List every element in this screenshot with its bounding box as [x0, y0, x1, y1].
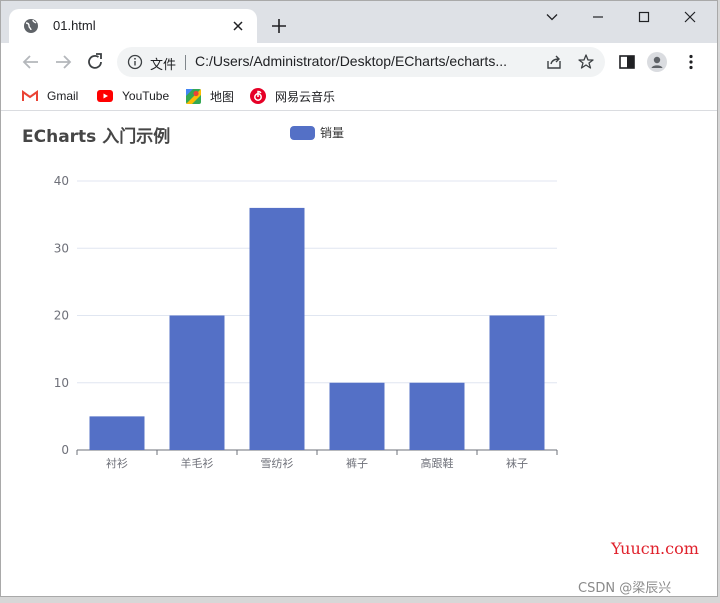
reload-icon[interactable] — [84, 51, 106, 73]
more-menu-icon[interactable] — [681, 52, 701, 72]
omnibox-divider — [185, 55, 186, 70]
x-tick-label: 雪纺衫 — [261, 456, 294, 470]
minimize-icon — [593, 16, 603, 18]
y-tick-label: 10 — [54, 376, 69, 390]
bookmark-netease-music[interactable]: 网易云音乐 — [250, 86, 335, 106]
tab-title: 01.html — [53, 18, 96, 33]
close-window-button[interactable] — [667, 5, 713, 29]
maps-icon — [186, 88, 201, 104]
url-text[interactable]: C:/Users/Administrator/Desktop/ECharts/e… — [195, 53, 533, 69]
bar-3 — [249, 207, 305, 450]
maximize-icon — [638, 11, 650, 23]
minimize-button[interactable] — [575, 5, 621, 29]
close-tab-icon[interactable] — [229, 17, 247, 35]
tab-search-button[interactable] — [529, 5, 575, 29]
info-icon[interactable] — [127, 54, 143, 70]
netease-music-icon — [250, 88, 266, 104]
active-tab[interactable]: 01.html — [9, 9, 257, 43]
legend-swatch — [290, 125, 315, 140]
back-icon[interactable] — [20, 51, 42, 73]
bar-chart: 0 10 20 30 40 衬衫 羊毛衫 雪纺衫 裤子 高跟鞋 袜子 — [54, 174, 558, 470]
close-icon — [684, 11, 696, 23]
new-tab-icon[interactable] — [269, 16, 289, 36]
watermark-author: CSDN @梁辰兴 — [578, 581, 672, 596]
x-tick-label: 高跟鞋 — [421, 456, 454, 470]
forward-icon[interactable] — [52, 51, 74, 73]
bookmarks-bar: Gmail YouTube 地图 网易云音乐 — [1, 81, 717, 111]
share-icon[interactable] — [545, 53, 563, 71]
watermark-site: Yuucn.com — [611, 539, 699, 558]
bar-1 — [89, 416, 145, 450]
legend-label: 销量 — [320, 126, 345, 140]
x-tick-label: 裤子 — [346, 456, 368, 470]
globe-icon — [24, 19, 38, 33]
file-scheme-label: 文件 — [150, 58, 177, 73]
chart-legend[interactable]: 销量 — [290, 124, 344, 141]
gmail-icon — [22, 90, 38, 101]
chart-title: ECharts 入门示例 — [22, 127, 171, 147]
side-panel-icon[interactable] — [617, 52, 637, 72]
bookmark-gmail[interactable]: Gmail — [22, 86, 78, 106]
chevron-down-icon — [546, 14, 558, 21]
youtube-icon — [97, 90, 113, 102]
bookmark-youtube[interactable]: YouTube — [97, 86, 169, 106]
bookmark-label: 网易云音乐 — [275, 89, 336, 104]
bar-4 — [329, 382, 385, 450]
tab-strip: 01.html — [1, 1, 717, 43]
bookmark-star-icon[interactable] — [577, 53, 595, 71]
x-tick-label: 羊毛衫 — [181, 456, 214, 470]
maximize-button[interactable] — [621, 5, 667, 29]
bar-5 — [409, 382, 465, 450]
y-tick-label: 30 — [54, 241, 69, 255]
browser-window: 01.html 文件 C:/Users/Administrator/Deskto… — [0, 0, 718, 597]
x-tick-label: 衬衫 — [106, 457, 128, 470]
y-tick-label: 20 — [54, 309, 69, 323]
browser-toolbar: 文件 C:/Users/Administrator/Desktop/EChart… — [1, 43, 717, 81]
bar-2 — [169, 315, 225, 450]
x-tick-label: 袜子 — [506, 456, 528, 470]
profile-avatar-icon[interactable] — [647, 52, 667, 72]
bookmark-label: Gmail — [47, 89, 79, 103]
y-tick-label: 40 — [54, 174, 69, 188]
bar-6 — [489, 315, 545, 450]
address-bar[interactable]: 文件 C:/Users/Administrator/Desktop/EChart… — [117, 47, 605, 77]
bookmark-maps[interactable]: 地图 — [186, 86, 234, 106]
bookmark-label: 地图 — [210, 89, 235, 104]
page-content: 0 10 20 30 40 衬衫 羊毛衫 雪纺衫 裤子 高跟鞋 袜子 ECharts 入门示例 销量… — [1, 112, 717, 596]
bookmark-label: YouTube — [122, 89, 170, 103]
y-tick-label: 0 — [61, 443, 69, 457]
